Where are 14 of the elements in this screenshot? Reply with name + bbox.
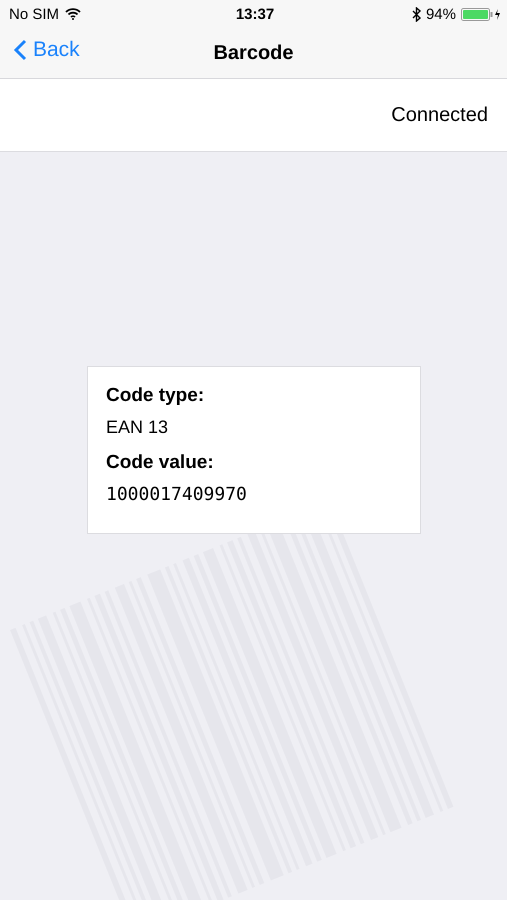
clock-text: 13:37 [236, 6, 274, 22]
back-button[interactable]: Back [14, 38, 80, 62]
screen-title: Barcode [213, 42, 294, 64]
field-value: 1000017409970 [106, 484, 248, 505]
battery-percent: 94% [426, 6, 456, 22]
field-value: EAN 13 [106, 417, 170, 438]
bluetooth-icon [412, 6, 421, 22]
carrier-text: No SIM [9, 6, 60, 22]
field-label: Code value: [106, 452, 215, 474]
wifi-icon [65, 8, 82, 20]
battery-icon [461, 8, 501, 20]
chevron-left-icon [14, 39, 27, 61]
connection-status: Connected [391, 104, 488, 126]
field-label: Code type: [106, 385, 206, 407]
